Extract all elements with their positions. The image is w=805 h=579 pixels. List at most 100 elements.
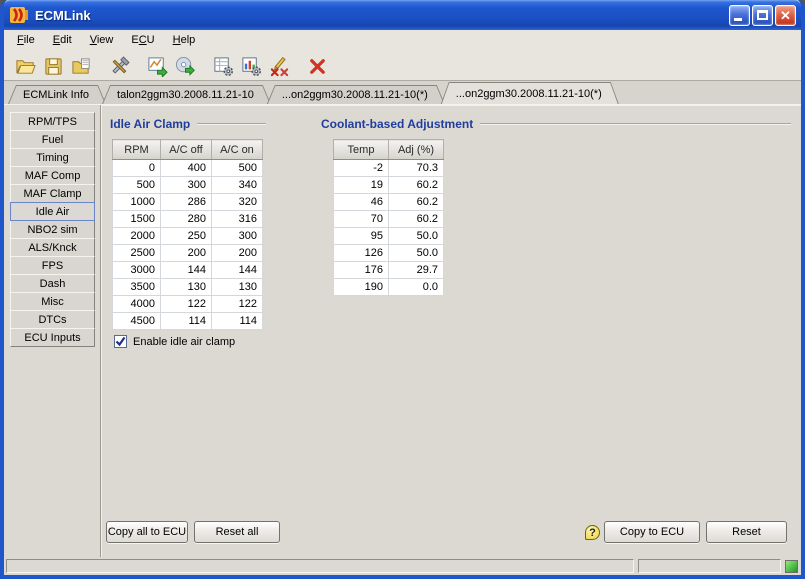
table-cell[interactable]: 126 bbox=[334, 245, 389, 262]
table-cell[interactable]: 500 bbox=[212, 160, 263, 177]
table-cell[interactable]: 60.2 bbox=[389, 177, 444, 194]
open-file-icon[interactable] bbox=[12, 54, 38, 79]
sidebar-item-fps[interactable]: FPS bbox=[10, 256, 95, 275]
table-cell[interactable]: 29.7 bbox=[389, 262, 444, 279]
table-cell[interactable]: 200 bbox=[212, 245, 263, 262]
save-file-icon[interactable] bbox=[40, 54, 66, 79]
table-cell[interactable]: 50.0 bbox=[389, 228, 444, 245]
sidebar-item-timing[interactable]: Timing bbox=[10, 148, 95, 167]
table-cell[interactable]: -2 bbox=[334, 160, 389, 177]
table-cell[interactable]: 0.0 bbox=[389, 279, 444, 296]
sidebar-item-nbo2-sim[interactable]: NBO2 sim bbox=[10, 220, 95, 239]
enable-idle-air-clamp-label[interactable]: Enable idle air clamp bbox=[133, 336, 235, 348]
menu-ecu[interactable]: ECU bbox=[122, 30, 163, 51]
table-cell[interactable]: 19 bbox=[334, 177, 389, 194]
table-cell[interactable]: 122 bbox=[161, 296, 212, 313]
table-cell[interactable]: 4500 bbox=[113, 313, 161, 330]
copy-to-ecu-button[interactable]: Copy to ECU bbox=[604, 521, 700, 543]
tab-0[interactable]: ECMLink Info bbox=[8, 85, 106, 104]
sidebar-item-maf-comp[interactable]: MAF Comp bbox=[10, 166, 95, 185]
idle-air-clamp-table: RPMA/C offA/C on040050050030034010002863… bbox=[112, 139, 263, 330]
sidebar-item-fuel[interactable]: Fuel bbox=[10, 130, 95, 149]
maximize-button[interactable] bbox=[752, 5, 773, 26]
table-cell[interactable]: 130 bbox=[212, 279, 263, 296]
idle-air-clamp-group: Idle Air Clamp RPMA/C offA/C on040050050… bbox=[110, 116, 266, 330]
table-cell[interactable]: 176 bbox=[334, 262, 389, 279]
sidebar-item-dash[interactable]: Dash bbox=[10, 274, 95, 293]
table-cell[interactable]: 280 bbox=[161, 211, 212, 228]
table-row: 2000250300 bbox=[113, 228, 263, 245]
table-cell[interactable]: 130 bbox=[161, 279, 212, 296]
menu-help[interactable]: Help bbox=[164, 30, 205, 51]
table-cell[interactable]: 122 bbox=[212, 296, 263, 313]
datalog-settings-icon[interactable] bbox=[210, 54, 236, 79]
table-cell[interactable]: 286 bbox=[161, 194, 212, 211]
table-cell[interactable]: 200 bbox=[161, 245, 212, 262]
sidebar-item-misc[interactable]: Misc bbox=[10, 292, 95, 311]
table-cell[interactable]: 50.0 bbox=[389, 245, 444, 262]
export-disc-icon[interactable] bbox=[172, 54, 198, 79]
table-cell[interactable]: 300 bbox=[212, 228, 263, 245]
minimize-button[interactable] bbox=[729, 5, 750, 26]
status-bar bbox=[4, 557, 801, 575]
table-cell[interactable]: 114 bbox=[161, 313, 212, 330]
table-row: 0400500 bbox=[113, 160, 263, 177]
status-secondary-panel bbox=[638, 559, 781, 573]
table-cell[interactable]: 1500 bbox=[113, 211, 161, 228]
tab-2[interactable]: ...on2ggm30.2008.11.21-10(*) bbox=[267, 85, 445, 104]
table-cell[interactable]: 500 bbox=[113, 177, 161, 194]
tab-label: talon2ggm30.2008.11.21-10 bbox=[103, 86, 270, 104]
table-cell[interactable]: 46 bbox=[334, 194, 389, 211]
tools-icon[interactable] bbox=[106, 54, 132, 79]
table-cell[interactable]: 320 bbox=[212, 194, 263, 211]
table-cell[interactable]: 144 bbox=[212, 262, 263, 279]
menu-view[interactable]: View bbox=[81, 30, 123, 51]
table-cell[interactable]: 190 bbox=[334, 279, 389, 296]
table-cell[interactable]: 2000 bbox=[113, 228, 161, 245]
table-cell[interactable]: 300 bbox=[161, 177, 212, 194]
app-window: ECMLink ✕ FileEditViewECUHelp bbox=[0, 0, 805, 579]
table-cell[interactable]: 70 bbox=[334, 211, 389, 228]
table-cell[interactable]: 70.3 bbox=[389, 160, 444, 177]
table-cell[interactable]: 0 bbox=[113, 160, 161, 177]
table-cell[interactable]: 144 bbox=[161, 262, 212, 279]
display-settings-icon[interactable] bbox=[238, 54, 264, 79]
sidebar-item-idle-air[interactable]: Idle Air bbox=[10, 202, 95, 221]
table-cell[interactable]: 340 bbox=[212, 177, 263, 194]
table-cell[interactable]: 3500 bbox=[113, 279, 161, 296]
sidebar-item-ecu-inputs[interactable]: ECU Inputs bbox=[10, 328, 95, 347]
table-cell[interactable]: 95 bbox=[334, 228, 389, 245]
copy-all-to-ecu-button[interactable]: Copy all to ECU bbox=[106, 521, 188, 543]
table-cell[interactable]: 1000 bbox=[113, 194, 161, 211]
menu-file[interactable]: File bbox=[8, 30, 44, 51]
table-cell[interactable]: 2500 bbox=[113, 245, 161, 262]
sidebar-item-als-knck[interactable]: ALS/Knck bbox=[10, 238, 95, 257]
table-row: 4000122122 bbox=[113, 296, 263, 313]
tab-1[interactable]: talon2ggm30.2008.11.21-10 bbox=[102, 85, 271, 104]
menu-edit[interactable]: Edit bbox=[44, 30, 81, 51]
reset-all-button[interactable]: Reset all bbox=[194, 521, 280, 543]
table-cell[interactable]: 3000 bbox=[113, 262, 161, 279]
sidebar-item-rpm-tps[interactable]: RPM/TPS bbox=[10, 112, 95, 131]
enable-idle-air-clamp-checkbox[interactable] bbox=[114, 335, 127, 348]
export-image-icon[interactable] bbox=[144, 54, 170, 79]
table-row: 9550.0 bbox=[334, 228, 444, 245]
table-row: 1000286320 bbox=[113, 194, 263, 211]
help-icon[interactable]: ? bbox=[585, 525, 600, 540]
table-cell[interactable]: 250 bbox=[161, 228, 212, 245]
table-cell[interactable]: 60.2 bbox=[389, 211, 444, 228]
column-header: A/C off bbox=[161, 140, 212, 160]
table-cell[interactable]: 316 bbox=[212, 211, 263, 228]
sidebar-item-dtcs[interactable]: DTCs bbox=[10, 310, 95, 329]
table-cell[interactable]: 60.2 bbox=[389, 194, 444, 211]
table-cell[interactable]: 4000 bbox=[113, 296, 161, 313]
table-cell[interactable]: 400 bbox=[161, 160, 212, 177]
tab-3[interactable]: ...on2ggm30.2008.11.21-10(*) bbox=[441, 82, 619, 104]
sidebar-item-maf-clamp[interactable]: MAF Clamp bbox=[10, 184, 95, 203]
delete-icon[interactable] bbox=[304, 54, 330, 79]
reset-button[interactable]: Reset bbox=[706, 521, 787, 543]
clear-edits-icon[interactable] bbox=[266, 54, 292, 79]
table-cell[interactable]: 114 bbox=[212, 313, 263, 330]
save-as-icon[interactable] bbox=[68, 54, 94, 79]
close-button[interactable]: ✕ bbox=[775, 5, 796, 26]
